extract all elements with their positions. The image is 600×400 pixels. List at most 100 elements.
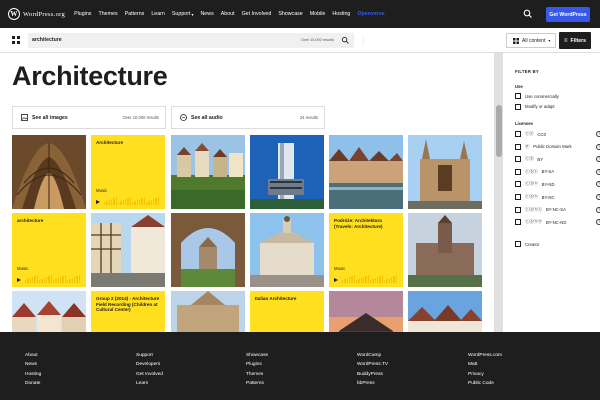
license-checkbox[interactable]	[515, 206, 521, 213]
footer-link[interactable]: WordPress.com	[468, 353, 502, 358]
nav-item-support[interactable]: Support	[172, 11, 191, 17]
help-icon[interactable]: ?	[596, 168, 600, 175]
footer-link[interactable]: Plugins	[246, 362, 268, 367]
image-result-tile[interactable]	[171, 291, 245, 332]
footer-link[interactable]: Patterns	[246, 381, 268, 386]
license-checkbox[interactable]	[515, 156, 521, 163]
image-result-tile[interactable]	[329, 135, 403, 209]
image-result-tile[interactable]	[91, 213, 165, 287]
see-all-images-link[interactable]: See all images Over 10,000 results	[12, 106, 166, 129]
filters-button[interactable]: ≡ Filters	[559, 32, 591, 49]
license-checkbox[interactable]	[515, 168, 521, 175]
play-icon[interactable]	[96, 200, 100, 204]
nav-item-openverse[interactable]: Openverse	[357, 11, 384, 17]
nav-item-learn[interactable]: Learn	[151, 11, 165, 17]
scrollbar-thumb[interactable]	[496, 105, 502, 157]
nav-item-plugins[interactable]: Plugins	[74, 11, 91, 17]
audio-result-tile[interactable]: Italian Architecture	[250, 291, 324, 332]
content-type-dropdown[interactable]: All content ▾	[506, 33, 556, 48]
image-result-tile[interactable]	[408, 291, 482, 332]
footer-link[interactable]: Get Involved	[136, 372, 163, 377]
image-result-tile[interactable]	[408, 213, 482, 287]
footer-link[interactable]: Privacy	[468, 372, 502, 377]
openverse-grid-icon[interactable]	[12, 36, 20, 44]
image-result-tile[interactable]	[250, 213, 324, 287]
audio-genre: Music	[96, 188, 108, 193]
play-icon[interactable]	[334, 278, 338, 282]
footer-link[interactable]: Learn	[136, 381, 163, 386]
nav-item-get-involved[interactable]: Get Involved	[242, 11, 272, 17]
footer-link[interactable]: Hosting	[25, 372, 41, 377]
footer-link[interactable]: BuddyPress	[357, 372, 388, 377]
search-input[interactable]: architecture Over 10,000 results	[28, 33, 354, 48]
nav-item-hosting[interactable]: Hosting	[332, 11, 350, 17]
license-option[interactable]: ⓒⓞ CC0?	[515, 131, 600, 137]
image-result-tile[interactable]	[12, 135, 86, 209]
license-checkbox[interactable]	[515, 131, 521, 137]
nav-item-mobile[interactable]: Mobile	[310, 11, 326, 17]
use-checkbox[interactable]	[515, 93, 521, 99]
footer-link[interactable]: Matt	[468, 362, 502, 367]
nav-item-showcase[interactable]: Showcase	[278, 11, 302, 17]
nav-item-about[interactable]: About	[221, 11, 235, 17]
audio-result-tile[interactable]: Group 2 (2014) - Architecture Field Reco…	[91, 291, 165, 332]
license-option[interactable]: ⓒⓑⓝ BY-ND?	[515, 181, 600, 188]
footer-link[interactable]: bbPress	[357, 381, 388, 386]
license-option[interactable]: ⓒⓑ BY?	[515, 156, 600, 163]
search-icon[interactable]	[523, 9, 533, 19]
footer-link[interactable]: Public Code	[468, 381, 502, 386]
footer-link[interactable]: Donate	[25, 381, 41, 386]
more-options-icon[interactable]: · · ·	[362, 35, 364, 48]
scrollbar[interactable]	[495, 53, 503, 332]
help-icon[interactable]: ?	[596, 219, 600, 226]
footer-link[interactable]: Showcase	[246, 353, 268, 358]
footer-link[interactable]: Developers	[136, 362, 163, 367]
content-type-label: All content	[522, 37, 546, 44]
image-result-tile[interactable]	[329, 291, 403, 332]
audio-result-tile[interactable]: architecture Music	[12, 213, 86, 287]
help-icon[interactable]: ?	[596, 194, 600, 200]
footer-link[interactable]: Support	[136, 353, 163, 358]
creator-checkbox[interactable]	[515, 241, 521, 247]
use-checkbox[interactable]	[515, 103, 521, 110]
get-wordpress-button[interactable]: Get WordPress	[546, 7, 590, 22]
use-option[interactable]: Use commercially	[515, 93, 599, 99]
help-icon[interactable]: ?	[596, 143, 600, 150]
license-checkbox[interactable]	[515, 143, 521, 150]
search-submit-icon[interactable]	[341, 36, 350, 45]
nav-item-themes[interactable]: Themes	[98, 11, 117, 17]
footer-link[interactable]: WordPress.TV	[357, 362, 388, 367]
license-checkbox[interactable]	[515, 181, 521, 188]
nav-item-news[interactable]: News	[200, 11, 213, 17]
license-option[interactable]: ⓟ Public Domain Mark?	[515, 143, 600, 150]
nav-item-patterns[interactable]: Patterns	[125, 11, 145, 17]
license-checkbox[interactable]	[515, 219, 521, 226]
license-option[interactable]: ⓒⓑⓝⓢ BY-NC-SA?	[515, 206, 600, 213]
license-checkbox[interactable]	[515, 194, 521, 200]
help-icon[interactable]: ?	[596, 131, 600, 137]
help-icon[interactable]: ?	[596, 206, 600, 213]
license-option[interactable]: ⓒⓑⓝⓝ BY-NC-ND?	[515, 219, 600, 226]
image-result-tile[interactable]	[171, 213, 245, 287]
help-icon[interactable]: ?	[596, 156, 600, 163]
image-result-tile[interactable]	[408, 135, 482, 209]
image-result-tile[interactable]	[171, 135, 245, 209]
license-option[interactable]: ⓒⓑⓢ BY-SA?	[515, 168, 600, 175]
search-value[interactable]: architecture	[32, 37, 62, 43]
audio-result-tile[interactable]: Podróże: Architektura (Travels: Architec…	[329, 213, 403, 287]
footer-link[interactable]: News	[25, 362, 41, 367]
footer-link[interactable]: Themes	[246, 372, 268, 377]
result-thumbnail	[171, 291, 245, 332]
wordpress-logo[interactable]: W WordPress.org	[8, 8, 65, 20]
play-icon[interactable]	[17, 278, 21, 282]
use-option[interactable]: Modify or adapt	[515, 103, 599, 110]
footer-link[interactable]: WordCamp	[357, 353, 388, 358]
license-option[interactable]: ⓒⓑⓝ BY-NC?	[515, 194, 600, 200]
creator-option[interactable]: Creator	[515, 241, 599, 247]
image-result-tile[interactable]	[250, 135, 324, 209]
help-icon[interactable]: ?	[596, 181, 600, 188]
footer-link[interactable]: About	[25, 353, 41, 358]
see-all-audio-link[interactable]: See all audio 24 results	[171, 106, 325, 129]
image-result-tile[interactable]	[12, 291, 86, 332]
audio-result-tile[interactable]: Architecture Music	[91, 135, 165, 209]
